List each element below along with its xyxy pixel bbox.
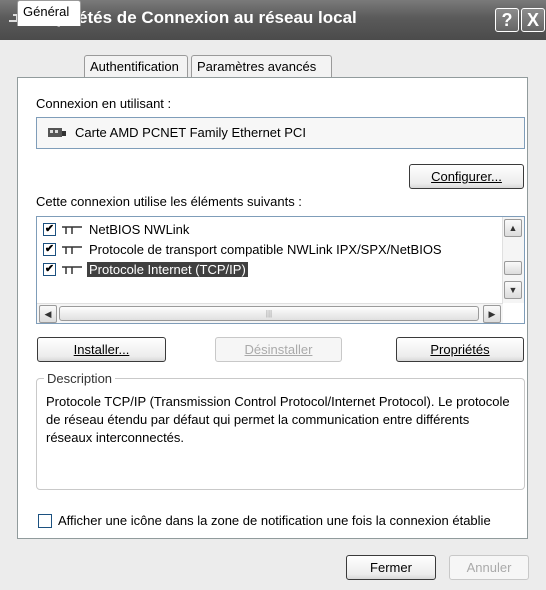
- tab-authentication[interactable]: Authentification: [84, 55, 188, 77]
- tab-general[interactable]: Général: [17, 0, 81, 26]
- properties-button-label: Propriétés: [430, 342, 490, 357]
- netbios-checkbox[interactable]: ✔: [43, 223, 56, 236]
- adapter-field: Carte AMD PCNET Family Ethernet PCI: [36, 117, 525, 149]
- horizontal-scroll-thumb[interactable]: |||: [59, 306, 479, 321]
- components-label: Cette connexion utilise les éléments sui…: [36, 194, 302, 209]
- uninstall-button-label: Désinstaller: [244, 342, 313, 357]
- protocol-icon: [62, 226, 82, 234]
- scroll-down-icon[interactable]: ▼: [504, 281, 522, 299]
- scroll-left-icon[interactable]: ◀: [39, 305, 57, 323]
- network-adapter-icon: [48, 128, 66, 137]
- uninstall-button[interactable]: Désinstaller: [215, 337, 342, 362]
- protocol-icon: [62, 266, 82, 274]
- connect-using-label: Connexion en utilisant :: [36, 96, 172, 111]
- install-button[interactable]: Installer...: [37, 337, 166, 362]
- scroll-right-icon[interactable]: ▶: [483, 305, 501, 323]
- list-item-nwlink-ipx[interactable]: ✔ Protocole de transport compatible NWLi…: [37, 240, 503, 260]
- list-item-tcp-ip[interactable]: ✔ Protocole Internet (TCP/IP): [37, 260, 503, 280]
- vertical-scrollbar[interactable]: ▲ ▼: [502, 217, 524, 303]
- list-item-label: Protocole Internet (TCP/IP): [87, 262, 248, 277]
- tcp-ip-checkbox[interactable]: ✔: [43, 263, 56, 276]
- horizontal-scrollbar[interactable]: ◀ ||| ▶: [37, 303, 503, 323]
- close-button[interactable]: Fermer: [346, 555, 436, 580]
- install-button-label: Installer...: [73, 342, 130, 357]
- configure-button-label: Configurer...: [431, 169, 502, 184]
- scroll-up-icon[interactable]: ▲: [504, 219, 522, 237]
- notification-checkbox[interactable]: [38, 514, 52, 528]
- title-bar[interactable]: Propriétés de Connexion au réseau local …: [0, 0, 546, 40]
- list-item-netbios-nwlink[interactable]: ✔ NetBIOS NWLink: [37, 220, 503, 240]
- close-window-button[interactable]: X: [521, 8, 545, 32]
- components-list[interactable]: ✔ NetBIOS NWLink ✔ Protocole de transpor…: [36, 216, 525, 324]
- scroll-thumb[interactable]: [504, 261, 522, 275]
- tab-advanced-settings[interactable]: Paramètres avancés: [191, 55, 332, 77]
- help-button[interactable]: ?: [495, 8, 519, 32]
- notification-checkbox-label[interactable]: Afficher une icône dans la zone de notif…: [58, 513, 491, 528]
- list-item-label: Protocole de transport compatible NWLink…: [89, 242, 442, 257]
- nwlink-ipx-checkbox[interactable]: ✔: [43, 243, 56, 256]
- cancel-button[interactable]: Annuler: [449, 555, 529, 580]
- protocol-icon: [62, 246, 82, 254]
- description-text: Protocole TCP/IP (Transmission Control P…: [46, 394, 510, 445]
- configure-button[interactable]: Configurer...: [409, 164, 524, 189]
- list-item-label: NetBIOS NWLink: [89, 222, 190, 237]
- description-legend: Description: [44, 371, 116, 386]
- properties-button[interactable]: Propriétés: [396, 337, 524, 362]
- adapter-name: Carte AMD PCNET Family Ethernet PCI: [75, 125, 306, 140]
- properties-dialog: Propriétés de Connexion au réseau local …: [0, 0, 546, 590]
